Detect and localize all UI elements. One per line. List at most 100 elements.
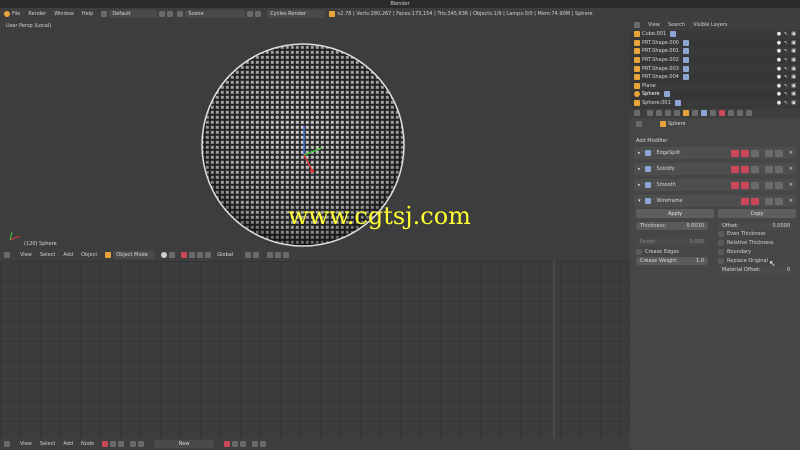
rotate-icon[interactable]	[197, 252, 204, 258]
viewport-toggle-icon[interactable]	[750, 197, 759, 205]
eye-icon[interactable]: ●	[777, 74, 781, 80]
render-toggle-icon[interactable]	[730, 165, 739, 173]
layers-tab-icon[interactable]	[656, 110, 662, 116]
move-down-icon[interactable]	[774, 165, 783, 173]
camera-icon[interactable]	[283, 252, 290, 258]
outliner-menu-search[interactable]: Search	[668, 22, 685, 28]
add-layout-icon[interactable]	[159, 11, 166, 17]
visibility-toggles[interactable]: ● ↖ ▣	[777, 66, 796, 72]
render-camera-icon[interactable]: ▣	[791, 31, 796, 37]
viewport-toggle-icon[interactable]	[740, 165, 749, 173]
modifier-wireframe[interactable]: ▾ Wireframe ✕	[634, 195, 796, 207]
menu-window[interactable]: Window	[54, 11, 74, 17]
select-arrow-icon[interactable]: ↖	[784, 100, 788, 106]
add-modifier-menu[interactable]: Add Modifier	[636, 138, 668, 144]
outliner-row[interactable]: Sphere.001 ● ↖ ▣	[630, 98, 800, 108]
outliner-row[interactable]: PRT.Shape.000 ● ↖ ▣	[630, 39, 800, 48]
render-camera-icon[interactable]: ▣	[791, 83, 796, 89]
node-editor-type-icon[interactable]	[4, 441, 10, 447]
backdrop-icon[interactable]	[232, 441, 239, 447]
outliner-row[interactable]: PRT.Shape.002 ● ↖ ▣	[630, 56, 800, 65]
menu-help[interactable]: Help	[82, 11, 93, 17]
3d-viewport[interactable]: User Persp (Local) (120) Sphere www.cgts…	[0, 20, 630, 249]
eye-icon[interactable]: ●	[777, 40, 781, 46]
scene-tab-icon[interactable]	[665, 110, 671, 116]
proportional-icon[interactable]	[267, 252, 274, 258]
select-arrow-icon[interactable]: ↖	[784, 57, 788, 63]
compositing-nodes-icon[interactable]	[110, 441, 117, 447]
render-toggle-icon[interactable]	[730, 181, 739, 189]
copy-button[interactable]: Copy	[718, 209, 796, 218]
render-camera-icon[interactable]: ▣	[791, 40, 796, 46]
new-material-button[interactable]: New	[154, 440, 215, 448]
outliner-row[interactable]: PRT.Shape.004 ● ↖ ▣	[630, 73, 800, 82]
thickness-field[interactable]: Thickness: 0.0010	[636, 222, 708, 230]
expand-arrow-icon[interactable]: ▸	[638, 182, 641, 188]
viewport-menu-select[interactable]: Select	[40, 252, 55, 258]
render-preview-icon[interactable]	[275, 252, 282, 258]
add-scene-icon[interactable]	[247, 11, 254, 17]
snap-icon[interactable]	[253, 252, 260, 258]
use-nodes-icon[interactable]	[224, 441, 231, 447]
boundary-checkbox[interactable]: Boundary	[718, 249, 751, 255]
properties-type-icon[interactable]	[634, 110, 640, 116]
eye-icon[interactable]: ●	[777, 57, 781, 63]
visibility-toggles[interactable]: ● ↖ ▣	[777, 40, 796, 46]
outliner-type-icon[interactable]	[634, 22, 640, 28]
remove-layout-icon[interactable]	[167, 11, 174, 17]
close-icon[interactable]: ✕	[789, 198, 793, 204]
node-menu-view[interactable]: View	[20, 441, 32, 447]
eye-icon[interactable]: ●	[777, 83, 781, 89]
render-camera-icon[interactable]: ▣	[791, 66, 796, 72]
mode-selector[interactable]: Object Mode	[113, 251, 156, 259]
editor-type-icon[interactable]	[4, 252, 10, 258]
object-nodes-icon[interactable]	[130, 441, 137, 447]
editmode-toggle-icon[interactable]	[750, 149, 759, 157]
move-down-icon[interactable]	[774, 181, 783, 189]
material-offset-field[interactable]: Material Offset: 0	[718, 266, 794, 274]
render-camera-icon[interactable]: ▣	[791, 74, 796, 80]
layout-icon[interactable]	[101, 11, 108, 17]
visibility-toggles[interactable]: ● ↖ ▣	[777, 57, 796, 63]
modifier-smooth[interactable]: ▸ Smooth ✕	[634, 179, 796, 191]
constraints-tab-icon[interactable]	[692, 110, 698, 116]
particles-tab-icon[interactable]	[737, 110, 743, 116]
close-icon[interactable]: ✕	[789, 166, 793, 172]
even-thickness-checkbox[interactable]: Even Thickness	[718, 231, 766, 237]
eye-icon[interactable]: ●	[777, 100, 781, 106]
viewport-toggle-icon[interactable]	[740, 181, 749, 189]
node-menu-select[interactable]: Select	[40, 441, 55, 447]
outliner-row[interactable]: Cube.001 ● ↖ ▣	[630, 30, 800, 39]
visibility-toggles[interactable]: ● ↖ ▣	[777, 83, 796, 89]
manipulator-icon[interactable]	[181, 252, 188, 258]
offset-field[interactable]: Offset: 0.0000	[718, 222, 794, 230]
outliner-row-selected[interactable]: Sphere ● ↖ ▣	[630, 90, 800, 99]
texture-tab-icon[interactable]	[728, 110, 734, 116]
move-up-icon[interactable]	[764, 181, 773, 189]
scene-selector[interactable]: Scene	[185, 10, 246, 18]
node-editor-scrollbar[interactable]	[553, 261, 555, 438]
scale-icon[interactable]	[205, 252, 212, 258]
remove-scene-icon[interactable]	[255, 11, 262, 17]
visibility-toggles[interactable]: ● ↖ ▣	[777, 100, 796, 106]
editmode-toggle-icon[interactable]	[750, 181, 759, 189]
viewport-toggle-icon[interactable]	[740, 149, 749, 157]
select-arrow-icon[interactable]: ↖	[784, 48, 788, 54]
close-icon[interactable]: ✕	[789, 150, 793, 156]
blender-logo-icon[interactable]	[4, 11, 10, 17]
expand-arrow-icon[interactable]: ▸	[638, 150, 641, 156]
relative-thickness-checkbox[interactable]: Relative Thickness	[718, 240, 773, 246]
eye-icon[interactable]: ●	[777, 31, 781, 37]
move-up-icon[interactable]	[764, 165, 773, 173]
crease-weight-field[interactable]: Crease Weight: 1.0	[636, 257, 708, 265]
layers-icon[interactable]	[245, 252, 252, 258]
render-camera-icon[interactable]: ▣	[791, 57, 796, 63]
material-tab-icon[interactable]	[719, 110, 725, 116]
world-nodes-icon[interactable]	[138, 441, 145, 447]
outliner[interactable]: Cube.001 ● ↖ ▣ PRT.Shape.000 ● ↖ ▣ PRT.Shape…	[630, 30, 800, 108]
modifiers-tab-icon[interactable]	[701, 110, 707, 116]
crease-edges-checkbox[interactable]: Crease Edges	[636, 249, 679, 255]
render-camera-icon[interactable]: ▣	[791, 100, 796, 106]
visibility-toggles[interactable]: ● ↖ ▣	[777, 74, 796, 80]
visibility-toggles[interactable]: ● ↖ ▣	[777, 91, 796, 97]
